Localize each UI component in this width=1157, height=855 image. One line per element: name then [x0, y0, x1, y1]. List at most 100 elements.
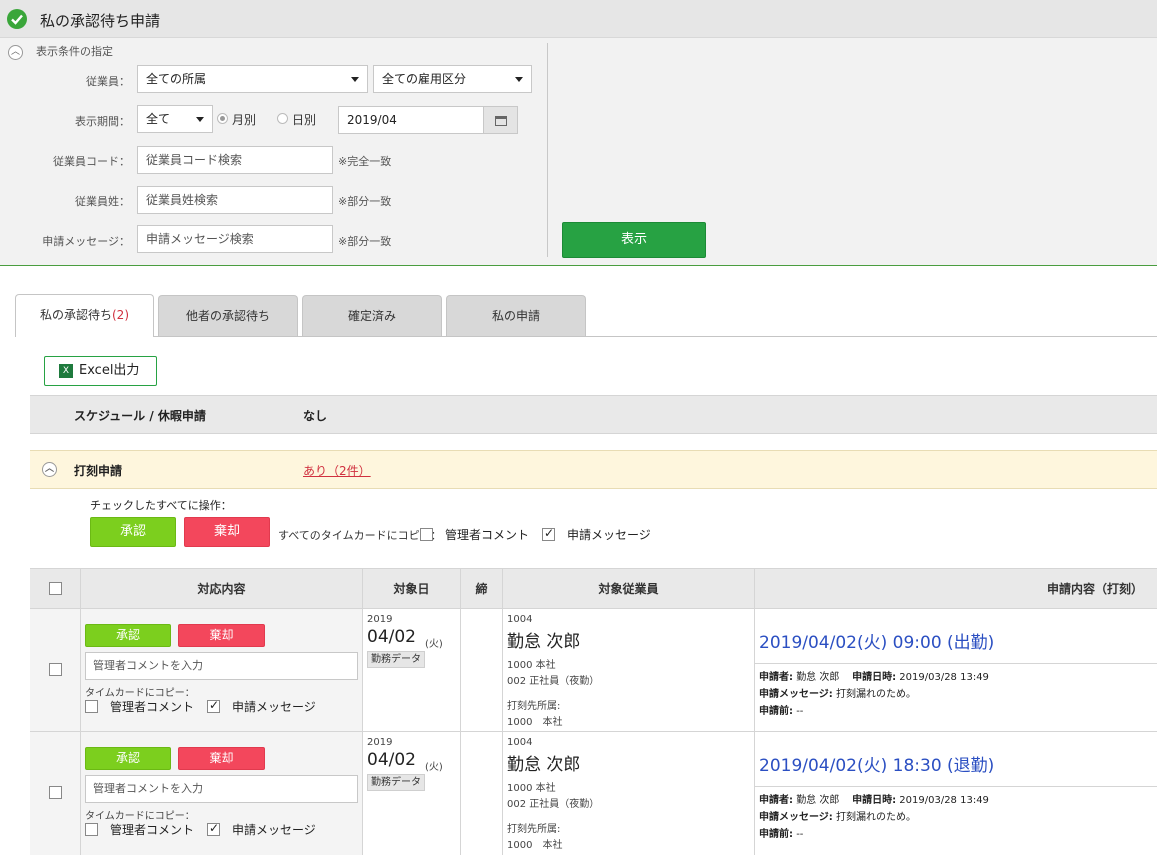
- reject-button[interactable]: 棄却: [178, 624, 265, 647]
- date-text: 04/02: [367, 750, 416, 770]
- column-header-content: 申請内容（打刻）: [1046, 582, 1143, 596]
- calendar-icon: [495, 116, 507, 126]
- content-cell: 2019/04/02(火) 18:30 (退勤) 申請者: 勤怠 次郎 申請日時…: [755, 732, 1157, 855]
- calendar-button[interactable]: [483, 106, 518, 134]
- employee-dept: 1000 本社: [507, 783, 556, 794]
- month-input[interactable]: 2019/04: [338, 106, 484, 134]
- tab-my-pending[interactable]: 私の承認待ち(2): [15, 294, 154, 337]
- chevron-down-icon: [351, 77, 359, 82]
- bulk-request-message-checkbox[interactable]: [542, 526, 555, 541]
- tab-my-pending-label: 私の承認待ち: [39, 308, 112, 322]
- message-input[interactable]: 申請メッセージ検索: [137, 225, 333, 253]
- schedule-value: なし: [303, 409, 328, 423]
- code-input[interactable]: 従業員コード検索: [137, 146, 333, 174]
- excel-export-label: Excel出力: [79, 363, 140, 378]
- weekday-text: (火): [425, 639, 443, 650]
- tab-my-requests[interactable]: 私の申請: [446, 295, 586, 337]
- schedule-section: スケジュール / 休暇申請 なし: [30, 395, 1157, 434]
- copy-label: タイムカードにコピー：: [85, 811, 195, 822]
- admin-comment-input[interactable]: 管理者コメントを入力: [85, 652, 358, 680]
- column-header-date: 対象日: [363, 569, 461, 609]
- tab-others-pending[interactable]: 他者の承認待ち: [158, 295, 298, 337]
- employee-cell: 1004 勤怠 次郎 1000 本社 002 正社員（夜勤） 打刻先所属: 10…: [503, 609, 755, 732]
- select-all-checkbox[interactable]: [49, 582, 62, 595]
- admin-comment-input[interactable]: 管理者コメントを入力: [85, 775, 358, 803]
- close-cell: [461, 732, 503, 855]
- select-all-cell: [30, 569, 81, 609]
- tab-underline: [15, 336, 1157, 337]
- row-select-cell: [30, 732, 81, 855]
- employee-code: 1004: [507, 737, 533, 748]
- code-note: ※完全一致: [338, 155, 392, 168]
- requester-label: 申請者:: [759, 672, 793, 683]
- content-cell: 2019/04/02(火) 09:00 (出勤) 申請者: 勤怠 次郎 申請日時…: [755, 609, 1157, 732]
- period-select[interactable]: 全て: [137, 105, 213, 133]
- collapse-icon[interactable]: ︿: [8, 45, 23, 60]
- check-circle-icon: [7, 9, 27, 29]
- requester: 勤怠 次郎: [796, 795, 840, 806]
- request-detail: 申請者: 勤怠 次郎 申請日時: 2019/03/28 13:49 申請メッセー…: [759, 792, 989, 843]
- work-data-button[interactable]: 勤務データ: [367, 774, 425, 791]
- employee-type: 002 正社員（夜勤）: [507, 676, 600, 687]
- monthly-radio[interactable]: [217, 113, 228, 124]
- year-text: 2019: [367, 614, 393, 625]
- chevron-down-icon: [515, 77, 523, 82]
- copy-admin-comment-label: 管理者コメント: [110, 700, 195, 714]
- stamp-count-link[interactable]: あり（2件）: [303, 462, 371, 479]
- daily-radio[interactable]: [277, 113, 288, 124]
- employee-name: 勤怠 次郎: [507, 755, 581, 775]
- before-label: 申請前:: [759, 829, 793, 840]
- collapse-icon[interactable]: ︿: [42, 462, 57, 477]
- request-datetime: 2019/03/28 13:49: [899, 672, 989, 683]
- request-datetime: 2019/03/28 13:49: [899, 795, 989, 806]
- table-header: 対応内容 対象日 締 対象従業員 申請内容（打刻）: [30, 568, 1157, 609]
- divider: [755, 663, 1157, 664]
- tab-count-badge: (2): [112, 308, 129, 322]
- dept-select[interactable]: 全ての所属: [137, 65, 368, 93]
- message-note: ※部分一致: [338, 235, 392, 248]
- stamp-dept-label: 打刻先所属:: [507, 701, 561, 712]
- divider: [547, 43, 548, 257]
- date-text: 04/02: [367, 627, 416, 647]
- request-datetime-label: 申請日時:: [852, 672, 897, 683]
- stamp-dept: 1000 本社: [507, 717, 563, 728]
- bulk-copy-label: すべてのタイムカードにコピー：: [278, 529, 442, 542]
- work-data-button[interactable]: 勤務データ: [367, 651, 425, 668]
- schedule-label: スケジュール / 休暇申請: [74, 409, 206, 423]
- active-tab-gap: [16, 336, 153, 338]
- copy-admin-comment-checkbox[interactable]: [85, 823, 98, 836]
- bulk-request-message-label: 申請メッセージ: [567, 528, 651, 542]
- reject-button[interactable]: 棄却: [178, 747, 265, 770]
- copy-label: タイムカードにコピー：: [85, 688, 195, 699]
- row-checkbox[interactable]: [49, 786, 62, 799]
- stamp-section[interactable]: ︿ 打刻申請 あり（2件）: [30, 450, 1157, 489]
- message-text: 打刻漏れのため。: [836, 689, 916, 700]
- tab-confirmed[interactable]: 確定済み: [302, 295, 442, 337]
- bulk-approve-button[interactable]: 承認: [90, 517, 176, 547]
- message-label: 申請メッセージ:: [759, 812, 833, 823]
- copy-admin-comment-checkbox[interactable]: [85, 700, 98, 713]
- excel-export-button[interactable]: X Excel出力: [44, 356, 157, 386]
- dept-select-value: 全ての所属: [146, 72, 207, 86]
- employment-select[interactable]: 全ての雇用区分: [373, 65, 532, 93]
- row-checkbox[interactable]: [49, 663, 62, 676]
- approve-button[interactable]: 承認: [85, 747, 171, 770]
- message-label: 申請メッセージ:: [759, 689, 833, 700]
- copy-request-message-checkbox[interactable]: [207, 821, 220, 836]
- request-title[interactable]: 2019/04/02(火) 18:30 (退勤): [759, 751, 994, 776]
- requester: 勤怠 次郎: [796, 672, 840, 683]
- bulk-reject-button[interactable]: 棄却: [184, 517, 270, 547]
- copy-request-message-checkbox[interactable]: [207, 698, 220, 713]
- copy-admin-comment-label: 管理者コメント: [110, 823, 195, 837]
- page-title: 私の承認待ち申請: [40, 12, 161, 30]
- before-label: 申請前:: [759, 706, 793, 717]
- date-cell: 2019 04/02 (火) 勤務データ: [363, 732, 461, 855]
- bulk-admin-comment-checkbox[interactable]: [420, 528, 433, 541]
- stamp-dept-label: 打刻先所属:: [507, 824, 561, 835]
- approve-button[interactable]: 承認: [85, 624, 171, 647]
- request-title[interactable]: 2019/04/02(火) 09:00 (出勤): [759, 628, 994, 653]
- surname-input[interactable]: 従業員姓検索: [137, 186, 333, 214]
- monthly-radio-label: 月別: [232, 113, 257, 127]
- year-text: 2019: [367, 737, 393, 748]
- show-button[interactable]: 表示: [562, 222, 706, 258]
